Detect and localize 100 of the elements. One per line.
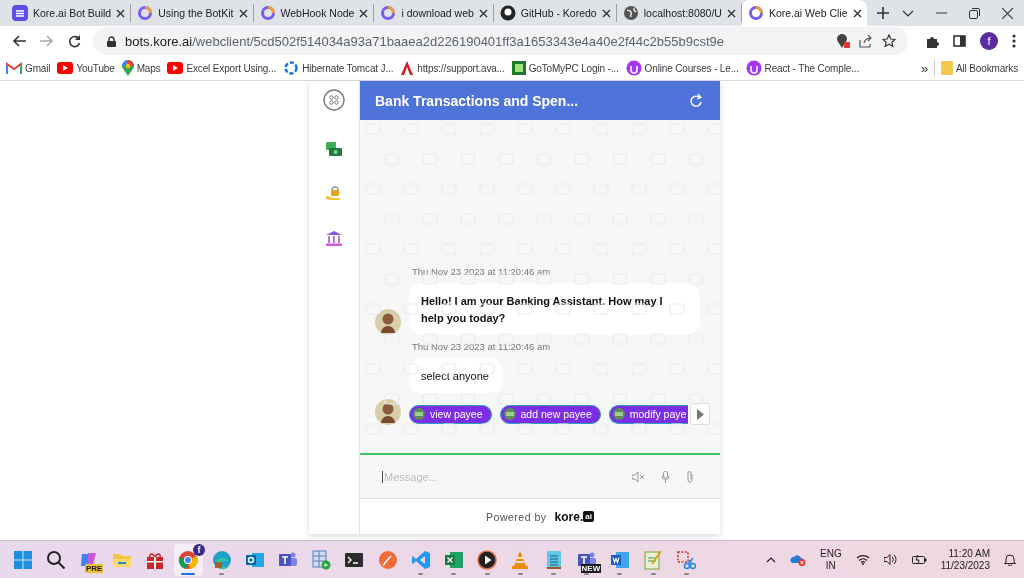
- ring-icon: [747, 5, 764, 21]
- language-indicator[interactable]: ENG IN: [820, 547, 842, 572]
- app-badge: PRE: [84, 563, 104, 573]
- money-icon: [413, 408, 425, 420]
- message-input[interactable]: Message...: [382, 470, 616, 483]
- new-tab-icon[interactable]: [876, 7, 889, 19]
- app-badge: NEW: [580, 563, 602, 573]
- bookmark[interactable]: https://support.ava...: [400, 61, 505, 75]
- avatar: [375, 399, 401, 425]
- microphone-icon[interactable]: [661, 470, 670, 483]
- more-options-icon[interactable]: [1012, 34, 1016, 48]
- taskbar-app-button[interactable]: NEW: [572, 543, 602, 576]
- close-icon[interactable]: [116, 8, 126, 18]
- bookmark[interactable]: Hibernate Tomcat J...: [283, 60, 394, 76]
- bookmark[interactable]: Online Courses - Le...: [625, 60, 739, 76]
- windows-logo-icon: [12, 549, 33, 570]
- battery-icon[interactable]: [911, 554, 927, 565]
- taskbar-app-button[interactable]: f: [173, 543, 203, 576]
- grid-menu-icon[interactable]: [323, 89, 345, 111]
- puzzle-icon[interactable]: [926, 34, 939, 48]
- bookmark[interactable]: React - The Comple...: [745, 60, 860, 76]
- bookmark[interactable]: YouTube: [57, 62, 115, 74]
- lock-icon: [107, 35, 116, 47]
- money-icon[interactable]: [326, 141, 342, 156]
- pen-icon: [377, 549, 398, 570]
- cloud-error-icon[interactable]: [790, 553, 806, 566]
- close-icon[interactable]: [478, 8, 488, 18]
- spinner-icon: [283, 60, 300, 76]
- ring-icon: [137, 5, 154, 21]
- browser-tab[interactable]: i download web: [374, 4, 494, 22]
- scissors-icon: [676, 549, 697, 570]
- quick-reply-button[interactable]: modify paye: [608, 404, 689, 424]
- browser-tab[interactable]: Kore.ai Bot Build: [6, 4, 132, 22]
- letter-a-icon: [400, 61, 415, 75]
- ring-icon: [259, 5, 276, 21]
- quick-reply-button[interactable]: add new payee: [499, 404, 601, 424]
- traffic-cone-icon: [510, 549, 531, 570]
- globe-icon: [622, 5, 639, 21]
- table-play-icon: [311, 549, 332, 570]
- app-logo-icon: [511, 61, 526, 75]
- message-timestamp: Thu Nov 23 2023 at 11:20:46 am: [412, 341, 552, 352]
- folder-icon: [941, 61, 954, 75]
- blocked-location-icon[interactable]: [837, 34, 850, 48]
- chevron-down-icon[interactable]: [902, 9, 914, 17]
- restore-icon[interactable]: [969, 7, 980, 19]
- money-icon: [503, 408, 516, 420]
- app-logo-icon: [12, 5, 28, 21]
- star-icon[interactable]: [882, 34, 896, 48]
- message-timestamp: Thu Nov 23 2023 at 11:20:46 am: [412, 266, 552, 277]
- bank-icon[interactable]: [326, 231, 342, 246]
- document-icon: [609, 549, 630, 570]
- close-icon[interactable]: [359, 8, 369, 18]
- play-icon: [477, 549, 498, 570]
- more-bookmarks-button[interactable]: »: [920, 60, 929, 76]
- taskbar-app-button[interactable]: PRE: [74, 543, 104, 576]
- bell-icon[interactable]: [1004, 553, 1016, 566]
- address-bar[interactable]: bots.kore.ai/webclient/5cd502f514034a93a71baaea2d226190401ff3a1653343e4a40e2f44c2b55b9cst9e: [93, 27, 908, 55]
- mail-icon: [6, 62, 22, 74]
- close-icon[interactable]: [726, 8, 736, 18]
- browser-tab[interactable]: Kore.ai Web Clie: [741, 0, 867, 26]
- ring-icon: [380, 5, 397, 21]
- avatar: [375, 309, 401, 335]
- close-icon[interactable]: [238, 8, 248, 18]
- profile-avatar[interactable]: f: [980, 32, 998, 50]
- close-icon[interactable]: [852, 8, 862, 18]
- next-button[interactable]: [690, 403, 711, 425]
- speaker-icon[interactable]: [883, 554, 898, 565]
- search-icon: [45, 549, 66, 570]
- refresh-icon[interactable]: [690, 94, 702, 107]
- play-icon: [167, 62, 184, 74]
- browser-tab[interactable]: GitHub - Koredo: [493, 4, 617, 22]
- url-text: bots.kore.ai/webclient/5cd502f514034a93a71baaea2d226190401ff3a1653343e4a40e2f44c2b55b9cst9e: [125, 33, 726, 49]
- side-panel-icon[interactable]: [953, 35, 966, 47]
- clock[interactable]: 11:20 AM 11/23/2023: [940, 547, 990, 572]
- bookmark[interactable]: Gmail: [6, 62, 51, 74]
- reload-icon[interactable]: [68, 34, 81, 48]
- bookmark[interactable]: GoToMyPC Login -...: [511, 61, 619, 75]
- caret-right-icon: [696, 408, 704, 420]
- brand-logo: kore. ai: [554, 509, 594, 524]
- browser-tab[interactable]: WebHook Node: [253, 4, 375, 22]
- browser-tab[interactable]: localhost:8080/U: [616, 4, 742, 22]
- notepad-pencil-icon: [643, 549, 664, 570]
- browser-tab[interactable]: Using the BotKit: [131, 4, 254, 22]
- chat-title: Bank Transactions and Spen...: [375, 92, 580, 109]
- quick-reply-button[interactable]: view payee: [409, 404, 492, 424]
- bookmarks-folder[interactable]: All Bookmarks: [941, 61, 1018, 75]
- bookmark[interactable]: Excel Export Using...: [167, 62, 277, 74]
- money-icon: [612, 408, 625, 420]
- speaker-muted-icon[interactable]: [632, 471, 645, 482]
- wifi-icon[interactable]: [855, 554, 870, 565]
- close-icon[interactable]: [1002, 7, 1013, 19]
- chevron-up-icon[interactable]: [766, 556, 776, 563]
- browser-icon: [178, 549, 199, 570]
- bookmark[interactable]: Maps: [121, 60, 161, 76]
- message-bubble: select anyone: [409, 358, 503, 393]
- share-icon[interactable]: [859, 34, 873, 48]
- message-bubble: Hello! I am your Banking Assistant. How may I help you today?: [409, 283, 700, 335]
- back-arrow-icon[interactable]: [12, 35, 26, 47]
- close-icon[interactable]: [601, 8, 611, 18]
- paperclip-icon[interactable]: [686, 470, 694, 483]
